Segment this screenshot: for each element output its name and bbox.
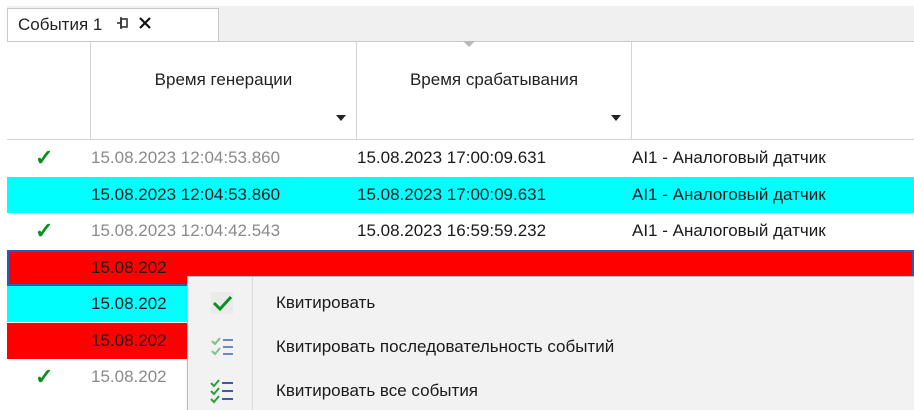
tab-events-1[interactable]: События 1: [7, 8, 219, 41]
row-check-icon: ✓: [35, 145, 54, 170]
cell-generation-time: 15.08.2023 12:04:53.860: [91, 184, 281, 204]
header-generation-time[interactable]: Время генерации: [91, 42, 357, 140]
row-check-icon: [35, 286, 59, 322]
cell-trigger-time: 15.08.2023 17:00:09.631: [357, 148, 547, 167]
menu-item-acknowledge-all[interactable]: Квитировать все события: [188, 371, 914, 410]
cell-generation-time: 15.08.2023 12:04:53.860: [91, 148, 281, 167]
check-icon: [208, 289, 236, 317]
tab-strip: События 1: [7, 6, 914, 42]
context-menu: Квитировать Квитировать последовательнос…: [187, 276, 914, 410]
table-row[interactable]: ✓ 15.08.2023 12:04:42.543 15.08.2023 16:59…: [7, 213, 914, 249]
table-row[interactable]: ✓ 15.08.2023 12:04:53.860 15.08.2023 17:00…: [7, 140, 914, 176]
row-check-icon: [35, 250, 59, 286]
menu-item-acknowledge[interactable]: Квитировать: [188, 283, 914, 323]
cell-trigger-time: 15.08.2023 17:00:09.631: [357, 184, 547, 204]
cell-trigger-time: 15.08.2023 16:59:59.232: [357, 221, 547, 240]
events-window: События 1 Время генерации Время срабатыв…: [7, 6, 914, 410]
pin-icon[interactable]: [116, 16, 130, 34]
row-check-icon: ✓: [35, 218, 54, 243]
filter-dropdown-icon[interactable]: [336, 115, 346, 121]
sort-indicator-icon: [463, 41, 475, 47]
menu-item-acknowledge-sequence[interactable]: Квитировать последовательность событий: [188, 327, 914, 367]
row-check-icon: [35, 177, 59, 213]
checklist-icon: [208, 333, 236, 361]
menu-item-label: Квитировать последовательность событий: [276, 337, 615, 356]
header-status[interactable]: [7, 42, 91, 140]
tab-title: События 1: [18, 15, 103, 34]
cell-generation-time: 15.08.2023 12:04:42.543: [91, 221, 281, 240]
close-tab-icon[interactable]: [138, 14, 152, 36]
cell-event-text: AI1 - Аналоговый датчик: [632, 221, 826, 240]
row-check-icon: [35, 323, 59, 359]
header-generation-label: Время генерации: [154, 70, 293, 89]
menu-item-label: Квитировать: [276, 293, 376, 312]
checklist-all-icon: [208, 377, 236, 405]
row-check-icon: ✓: [35, 364, 54, 389]
menu-item-label: Квитировать все события: [276, 381, 479, 400]
header-trigger-time[interactable]: Время срабатывания: [357, 41, 632, 140]
filter-dropdown-icon[interactable]: [611, 115, 621, 121]
cell-event-text: AI1 - Аналоговый датчик: [632, 148, 826, 167]
table-row[interactable]: 15.08.2023 12:04:53.860 15.08.2023 17:00:…: [7, 176, 914, 213]
header-text[interactable]: [632, 42, 914, 140]
header-trigger-label: Время срабатывания: [409, 70, 579, 89]
cell-event-text: AI1 - Аналоговый датчик: [632, 184, 826, 204]
